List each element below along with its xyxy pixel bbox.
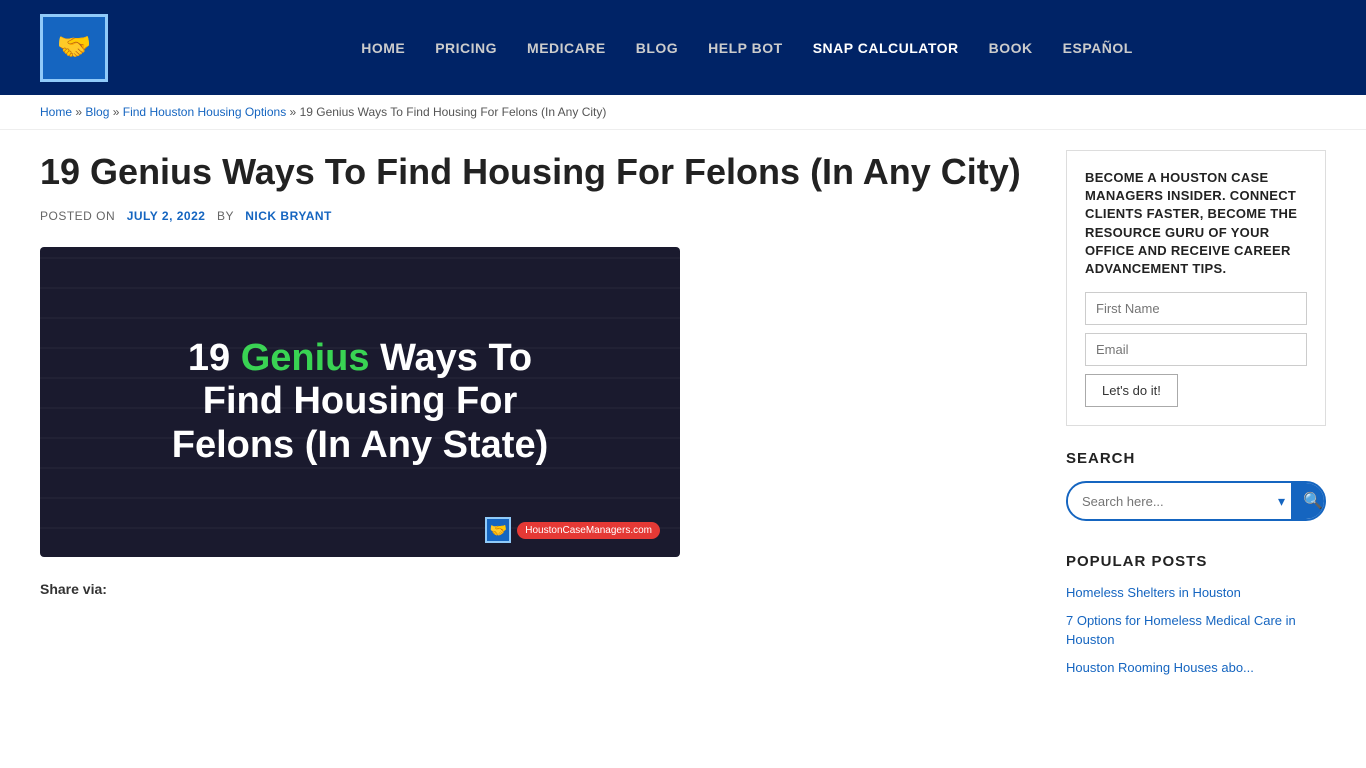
nav-espanol[interactable]: ESPAÑOL <box>1063 40 1133 56</box>
site-header: 🤝 HOME PRICING MEDICARE BLOG HELP BOT SN… <box>0 0 1366 95</box>
popular-posts-title: POPULAR POSTS <box>1066 553 1326 570</box>
image-text: 19 Genius Ways To Find Housing For Felon… <box>152 317 569 488</box>
breadcrumb-blog[interactable]: Blog <box>85 105 109 119</box>
breadcrumb: Home » Blog » Find Houston Housing Optio… <box>0 95 1366 130</box>
fi-title-line2: Find Housing For <box>172 380 549 424</box>
nav-snap-calculator[interactable]: SNAP CALCULATOR <box>813 40 959 56</box>
post-date[interactable]: JULY 2, 2022 <box>127 209 206 223</box>
post-author[interactable]: NICK BRYANT <box>245 209 332 223</box>
search-wrapper: ▾ 🔍 <box>1066 481 1326 521</box>
main-nav: HOME PRICING MEDICARE BLOG HELP BOT SNAP… <box>168 40 1326 56</box>
fi-text-ways: Ways To <box>370 337 533 379</box>
fi-genius: Genius <box>241 337 370 379</box>
breadcrumb-home[interactable]: Home <box>40 105 72 119</box>
popular-post-1[interactable]: Homeless Shelters in Houston <box>1066 584 1326 602</box>
popular-posts-list: Homeless Shelters in Houston 7 Options f… <box>1066 584 1326 677</box>
nav-blog[interactable]: BLOG <box>636 40 678 56</box>
nav-home[interactable]: HOME <box>361 40 405 56</box>
fi-title-line3: Felons (In Any State) <box>172 424 549 468</box>
fi-title-line1: 19 Genius Ways To <box>172 337 549 381</box>
popular-post-3[interactable]: Houston Rooming Houses abo... <box>1066 659 1326 677</box>
search-title: SEARCH <box>1066 450 1326 467</box>
meta-by: BY <box>217 209 234 223</box>
share-via-label: Share via: <box>40 581 1026 597</box>
logo-box: 🤝 <box>40 14 108 82</box>
fi-watermark-logo: 🤝 <box>485 517 511 543</box>
cta-email-input[interactable] <box>1085 333 1307 366</box>
nav-helpbot[interactable]: HELP BOT <box>708 40 783 56</box>
nav-book[interactable]: BOOK <box>989 40 1033 56</box>
sidebar-cta: BECOME A HOUSTON CASE MANAGERS INSIDER. … <box>1066 150 1326 426</box>
fi-watermark-text: HoustonCaseManagers.com <box>517 522 660 539</box>
page-wrapper: 19 Genius Ways To Find Housing For Felon… <box>0 130 1366 729</box>
meta-prefix: POSTED ON <box>40 209 115 223</box>
fi-watermark: 🤝 HoustonCaseManagers.com <box>485 517 660 543</box>
nav-medicare[interactable]: MEDICARE <box>527 40 606 56</box>
site-logo[interactable]: 🤝 <box>40 14 108 82</box>
popular-post-2[interactable]: 7 Options for Homeless Medical Care in H… <box>1066 612 1326 648</box>
fi-text-19: 19 <box>188 337 241 379</box>
cta-text: BECOME A HOUSTON CASE MANAGERS INSIDER. … <box>1085 169 1307 278</box>
post-meta: POSTED ON JULY 2, 2022 BY NICK BRYANT <box>40 209 1026 223</box>
breadcrumb-current: 19 Genius Ways To Find Housing For Felon… <box>300 105 607 119</box>
search-input[interactable] <box>1068 486 1272 517</box>
nav-pricing[interactable]: PRICING <box>435 40 497 56</box>
breadcrumb-parent[interactable]: Find Houston Housing Options <box>123 105 286 119</box>
chevron-down-icon[interactable]: ▾ <box>1272 485 1291 518</box>
article-title: 19 Genius Ways To Find Housing For Felon… <box>40 150 1026 193</box>
cta-firstname-input[interactable] <box>1085 292 1307 325</box>
sidebar-popular-posts: POPULAR POSTS Homeless Shelters in Houst… <box>1066 553 1326 677</box>
cta-submit-button[interactable]: Let's do it! <box>1085 374 1178 407</box>
sidebar-search-section: SEARCH ▾ 🔍 <box>1066 450 1326 521</box>
logo-icon: 🤝 <box>57 34 92 62</box>
sidebar: BECOME A HOUSTON CASE MANAGERS INSIDER. … <box>1066 150 1326 709</box>
search-button[interactable]: 🔍 <box>1291 483 1326 519</box>
main-content: 19 Genius Ways To Find Housing For Felon… <box>40 150 1026 709</box>
featured-image: 19 Genius Ways To Find Housing For Felon… <box>40 247 680 557</box>
